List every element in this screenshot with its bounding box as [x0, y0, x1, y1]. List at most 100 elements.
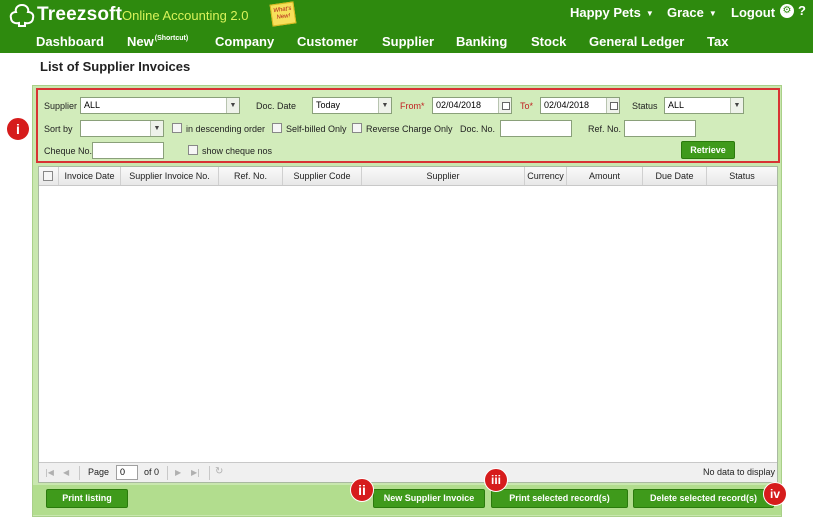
descending-checkbox[interactable] [172, 123, 182, 133]
show-cheque-label: show cheque nos [202, 146, 273, 156]
ref-no-label: Ref. No. [588, 124, 622, 134]
print-selected-button[interactable]: Print selected record(s) [491, 489, 628, 508]
retrieve-button[interactable]: Retrieve [681, 141, 735, 159]
col-due-date[interactable]: Due Date [643, 167, 707, 185]
empty-message: No data to display [703, 467, 776, 477]
company-name: Happy Pets [570, 5, 641, 20]
col-supplier-code[interactable]: Supplier Code [283, 167, 362, 185]
pager-divider [79, 466, 80, 480]
supplier-value: ALL [84, 100, 101, 110]
user-name: Grace [667, 5, 704, 20]
brand-name: Treezsoft [37, 4, 123, 25]
doc-date-label: Doc. Date [256, 101, 297, 111]
nav-new-label: New [127, 34, 154, 49]
chevron-down-icon: ▼ [730, 98, 743, 113]
nav-new[interactable]: New(Shortcut) [127, 34, 188, 49]
from-label: From* [400, 101, 425, 111]
page-label: Page [88, 467, 110, 477]
doc-no-label: Doc. No. [460, 124, 496, 134]
app-name: Online Accounting 2.0 [122, 8, 249, 23]
page-count-label: of 0 [144, 467, 160, 477]
col-amount[interactable]: Amount [567, 167, 643, 185]
status-label: Status [632, 101, 658, 111]
logout-link[interactable]: Logout [731, 5, 775, 20]
ref-no-input[interactable] [624, 120, 696, 137]
nav-company[interactable]: Company [215, 34, 274, 49]
page-number-input[interactable]: 0 [116, 465, 138, 480]
nav-general-ledger[interactable]: General Ledger [589, 34, 684, 49]
refresh-icon[interactable]: ↻ [215, 466, 223, 477]
new-supplier-invoice-button[interactable]: New Supplier Invoice [373, 489, 485, 508]
delete-selected-button[interactable]: Delete selected record(s) [633, 489, 774, 508]
nav-supplier[interactable]: Supplier [382, 34, 434, 49]
supplier-label: Supplier [44, 101, 78, 111]
status-select[interactable]: ALL ▼ [664, 97, 744, 114]
chevron-down-icon: ▼ [226, 98, 239, 113]
self-billed-checkbox[interactable] [272, 123, 282, 133]
col-supplier[interactable]: Supplier [362, 167, 525, 185]
from-date-input[interactable]: 02/04/2018 [432, 97, 512, 114]
logout-label: Logout [731, 5, 776, 20]
nav-tax[interactable]: Tax [707, 34, 728, 49]
print-listing-button[interactable]: Print listing [46, 489, 128, 508]
pager-divider [209, 466, 210, 480]
chevron-down-icon: ▼ [378, 98, 391, 113]
invoice-grid: Invoice Date Supplier Invoice No. Ref. N… [38, 166, 778, 483]
self-billed-label: Self-billed Only [286, 124, 347, 134]
chevron-down-icon: ▼ [645, 8, 654, 18]
show-cheque-checkbox[interactable] [188, 145, 198, 155]
sort-by-label: Sort by [44, 124, 73, 134]
doc-date-value: Today [316, 100, 341, 110]
company-menu[interactable]: Happy Pets ▼ [570, 5, 654, 20]
descending-label: in descending order [186, 124, 266, 134]
last-page-icon[interactable]: ▶| [191, 468, 200, 477]
from-date-value: 02/04/2018 [436, 100, 482, 110]
nav-new-shortcut: (Shortcut) [154, 35, 189, 42]
next-page-icon[interactable]: ▶ [175, 468, 181, 477]
reverse-charge-label: Reverse Charge Only [366, 124, 453, 134]
help-area[interactable]: ⚙ ? [780, 3, 806, 18]
top-bar: Treezsoft Online Accounting 2.0 What's N… [0, 0, 813, 53]
col-invoice-date[interactable]: Invoice Date [59, 167, 121, 185]
col-currency[interactable]: Currency [525, 167, 567, 185]
help-icon[interactable]: ? [798, 3, 806, 18]
calendar-icon[interactable] [606, 98, 619, 113]
annotation-marker-4: iv [763, 482, 787, 506]
brand-row: Treezsoft Online Accounting 2.0 What's N… [0, 0, 813, 30]
col-ref-no[interactable]: Ref. No. [219, 167, 283, 185]
nav-customer[interactable]: Customer [297, 34, 358, 49]
supplier-select[interactable]: ALL ▼ [80, 97, 240, 114]
calendar-icon[interactable] [498, 98, 511, 113]
prev-page-icon[interactable]: ◀ [63, 468, 69, 477]
grid-header: Invoice Date Supplier Invoice No. Ref. N… [39, 167, 777, 186]
doc-date-select[interactable]: Today ▼ [312, 97, 392, 114]
col-supplier-invoice-no[interactable]: Supplier Invoice No. [121, 167, 219, 185]
to-date-input[interactable]: 02/04/2018 [540, 97, 620, 114]
first-page-icon[interactable]: |◀ [45, 468, 54, 477]
select-all-checkbox[interactable] [43, 171, 53, 181]
nav-dashboard[interactable]: Dashboard [36, 34, 104, 49]
main-nav: Dashboard New(Shortcut) Company Customer… [0, 30, 813, 53]
annotation-marker-3: iii [484, 468, 508, 492]
cheque-no-label: Cheque No. [44, 146, 93, 156]
to-label: To* [520, 101, 534, 111]
chevron-down-icon: ▼ [150, 121, 163, 136]
pager-divider [167, 466, 168, 480]
cheque-no-input[interactable] [92, 142, 164, 159]
status-value: ALL [668, 100, 685, 110]
nav-banking[interactable]: Banking [456, 34, 507, 49]
doc-no-input[interactable] [500, 120, 572, 137]
logo[interactable]: Treezsoft [8, 3, 122, 27]
to-date-value: 02/04/2018 [544, 100, 590, 110]
reverse-charge-checkbox[interactable] [352, 123, 362, 133]
sort-by-select[interactable]: ▼ [80, 120, 164, 137]
user-menu[interactable]: Grace ▼ [667, 5, 717, 20]
whats-new-badge[interactable]: What's New! [269, 1, 297, 27]
nav-stock[interactable]: Stock [531, 34, 566, 49]
chevron-down-icon: ▼ [708, 8, 717, 18]
settings-icon[interactable]: ⚙ [780, 3, 794, 18]
annotation-marker-1: i [6, 117, 30, 141]
grid-pager: |◀ ◀ Page 0 of 0 ▶ ▶| ↻ No data to displ… [39, 462, 777, 482]
col-status[interactable]: Status [707, 167, 777, 185]
tree-logo-icon [9, 3, 35, 27]
